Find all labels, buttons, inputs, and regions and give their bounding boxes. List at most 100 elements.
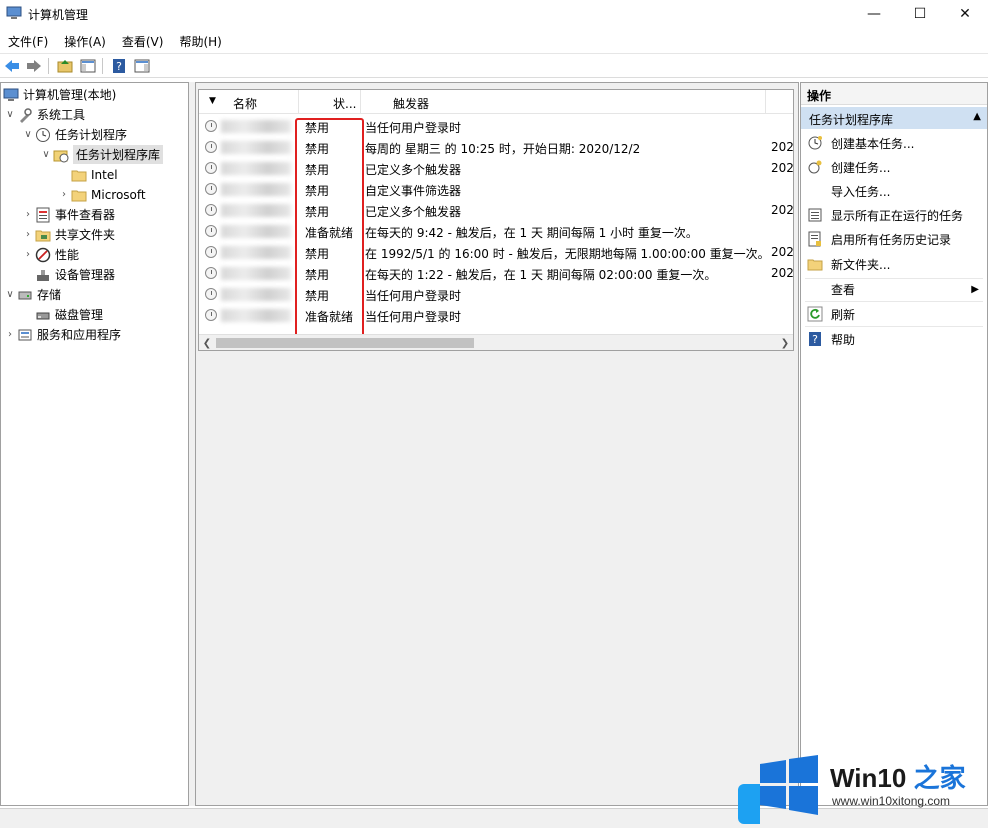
folder-icon — [71, 167, 87, 183]
chevron-right-icon[interactable]: › — [3, 329, 17, 340]
title-bar: 计算机管理 — ☐ ✕ — [0, 0, 988, 28]
chevron-down-icon[interactable]: ∨ — [3, 109, 17, 120]
chevron-down-icon[interactable]: ∨ — [39, 149, 53, 160]
disk-icon — [35, 307, 51, 323]
menu-action[interactable]: 操作(A) — [56, 30, 114, 52]
list-header: ▼ 名称 状... 触发器 — [199, 90, 793, 114]
watermark: Win10 之家 www.win10xitong.com — [738, 744, 988, 828]
task-name-redacted — [221, 225, 291, 238]
tools-icon — [17, 107, 33, 123]
close-button[interactable]: ✕ — [942, 0, 988, 28]
tree-item-device-manager[interactable]: 设备管理器 — [21, 265, 115, 284]
chevron-right-icon[interactable]: › — [21, 249, 35, 260]
action-help[interactable]: ? 帮助 — [801, 328, 987, 350]
clock-icon — [35, 127, 51, 143]
table-row[interactable]: 准备就绪 在每天的 9:42 - 触发后，在 1 天 期间每隔 1 小时 重复一… — [199, 221, 793, 242]
action-new-folder[interactable]: 新文件夹... — [801, 253, 987, 275]
scroll-right-icon[interactable]: ❯ — [777, 335, 793, 351]
table-row[interactable]: 禁用 在每天的 1:22 - 触发后，在 1 天 期间每隔 02:00:00 重… — [199, 263, 794, 284]
tree-item-storage[interactable]: ∨ 存储 — [3, 285, 61, 304]
column-header-name[interactable]: 名称 — [233, 95, 257, 112]
table-row[interactable]: 禁用 已定义多个触发器 202 — [199, 200, 794, 221]
minimize-button[interactable]: — — [851, 0, 897, 28]
chevron-right-icon[interactable]: › — [57, 189, 71, 200]
column-header-status[interactable]: 状... — [333, 95, 356, 112]
table-row[interactable]: 禁用 已定义多个触发器 202 — [199, 158, 794, 179]
action-create-basic-task[interactable]: 创建基本任务... — [801, 132, 987, 154]
toolbar: ? — [0, 53, 988, 78]
column-header-trigger[interactable]: 触发器 — [393, 95, 429, 112]
create-basic-task-icon — [807, 135, 823, 151]
menu-help[interactable]: 帮助(H) — [171, 30, 229, 52]
tree-item-disk-management[interactable]: 磁盘管理 — [21, 305, 103, 324]
table-row[interactable]: 准备就绪 当任何用户登录时 — [199, 305, 793, 326]
task-clock-icon — [205, 162, 217, 174]
new-folder-icon — [807, 256, 823, 272]
folder-clock-icon — [53, 147, 69, 163]
up-folder-icon[interactable] — [56, 57, 74, 75]
table-row[interactable]: 禁用 每周的 星期三 的 10:25 时，开始日期: 2020/12/2 202 — [199, 137, 794, 158]
task-status: 禁用 — [305, 268, 330, 282]
tree-item-system-tools[interactable]: ∨ 系统工具 — [3, 105, 85, 124]
tree-item-shared-folders[interactable]: › 共享文件夹 — [21, 225, 115, 244]
task-name-redacted — [221, 120, 291, 133]
task-clock-icon — [205, 246, 217, 258]
tree-item-task-scheduler-library[interactable]: ∨ 任务计划程序库 — [39, 145, 164, 164]
show-hide-action-pane-icon[interactable] — [133, 57, 151, 75]
scrollbar-thumb[interactable] — [216, 338, 474, 348]
tree-item-computer-management[interactable]: 计算机管理(本地) — [3, 85, 116, 104]
task-trigger: 在 1992/5/1 的 16:00 时 - 触发后，无限期地每隔 1.00:0… — [365, 247, 765, 261]
chevron-right-icon[interactable]: › — [21, 209, 35, 220]
task-name-redacted — [221, 246, 291, 259]
horizontal-scrollbar[interactable]: ❮ ❯ — [199, 334, 793, 350]
chevron-down-icon[interactable]: ∨ — [3, 289, 17, 300]
task-name-redacted — [221, 141, 291, 154]
menu-view[interactable]: 查看(V) — [114, 30, 172, 52]
actions-section-header[interactable]: 任务计划程序库 ▲ — [801, 107, 987, 129]
task-clock-icon — [205, 309, 217, 321]
collapse-caret-icon[interactable]: ▲ — [973, 111, 981, 122]
help-icon: ? — [807, 331, 823, 347]
tree-item-intel[interactable]: Intel — [57, 165, 118, 184]
tree-item-task-scheduler[interactable]: ∨ 任务计划程序 — [21, 125, 127, 144]
tree-item-microsoft[interactable]: › Microsoft — [57, 185, 146, 204]
maximize-button[interactable]: ☐ — [897, 0, 943, 28]
action-create-task[interactable]: 创建任务... — [801, 156, 987, 178]
show-hide-console-tree-icon[interactable] — [79, 57, 97, 75]
table-row[interactable]: 禁用 自定义事件筛选器 — [199, 179, 793, 200]
action-enable-task-history[interactable]: 启用所有任务历史记录 — [801, 228, 987, 250]
action-import-task[interactable]: 导入任务... — [801, 180, 987, 202]
help-icon[interactable]: ? — [110, 57, 128, 75]
table-row[interactable]: 禁用 当任何用户登录时 — [199, 116, 793, 137]
chevron-down-icon[interactable]: ∨ — [21, 129, 35, 140]
forward-arrow-icon[interactable] — [25, 57, 43, 75]
create-task-icon — [807, 159, 823, 175]
table-row[interactable]: 禁用 当任何用户登录时 — [199, 284, 793, 305]
task-clock-icon — [205, 204, 217, 216]
tree-item-performance[interactable]: › 性能 — [21, 245, 79, 264]
action-refresh[interactable]: 刷新 — [801, 303, 987, 325]
tree-item-services-and-applications[interactable]: › 服务和应用程序 — [3, 325, 121, 344]
action-display-running-tasks[interactable]: 显示所有正在运行的任务 — [801, 204, 987, 226]
svg-text:?: ? — [812, 333, 818, 346]
task-name-redacted — [221, 267, 291, 280]
sort-arrow-icon[interactable]: ▼ — [209, 96, 216, 106]
tree-item-event-viewer[interactable]: › 事件查看器 — [21, 205, 115, 224]
task-next-run: 202 — [771, 245, 794, 259]
computer-icon — [3, 87, 19, 103]
task-next-run: 202 — [771, 161, 794, 175]
menu-file[interactable]: 文件(F) — [0, 30, 56, 52]
task-next-run: 202 — [771, 140, 794, 154]
task-status: 准备就绪 — [305, 310, 354, 324]
windows-logo-icon — [760, 755, 818, 815]
scroll-left-icon[interactable]: ❮ — [199, 335, 215, 351]
task-next-run: 202 — [771, 266, 794, 280]
back-arrow-icon[interactable] — [3, 57, 21, 75]
task-trigger: 在每天的 9:42 - 触发后，在 1 天 期间每隔 1 小时 重复一次。 — [365, 226, 698, 240]
performance-icon — [35, 247, 51, 263]
task-trigger: 在每天的 1:22 - 触发后，在 1 天 期间每隔 02:00:00 重复一次… — [365, 268, 717, 282]
shared-folder-icon — [35, 227, 51, 243]
chevron-right-icon[interactable]: › — [21, 229, 35, 240]
action-view[interactable]: 查看 ▶ — [801, 278, 987, 300]
table-row[interactable]: 禁用 在 1992/5/1 的 16:00 时 - 触发后，无限期地每隔 1.0… — [199, 242, 794, 263]
